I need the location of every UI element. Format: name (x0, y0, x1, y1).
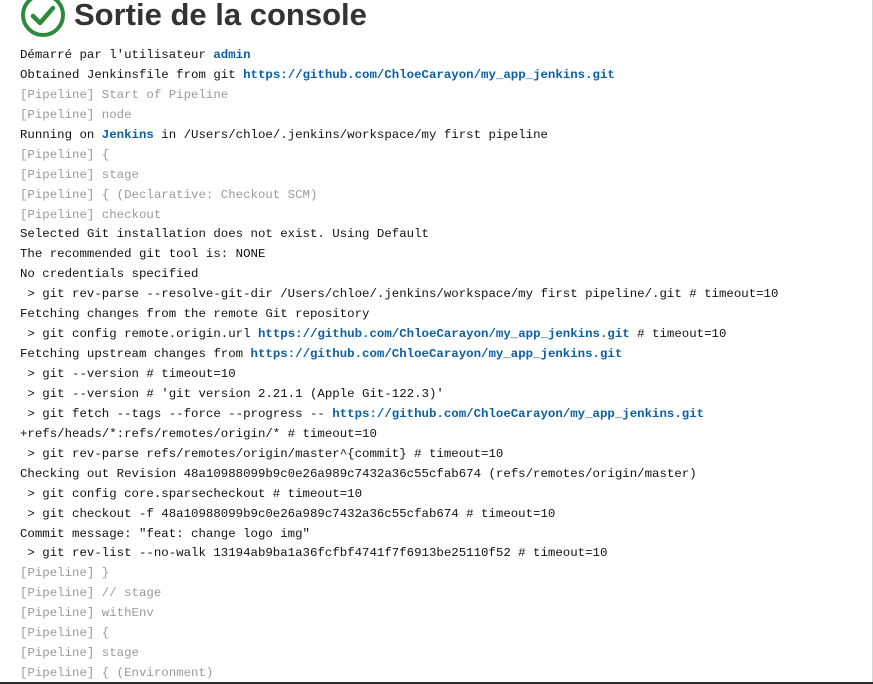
console-log-line: No credentials specified (20, 265, 868, 285)
console-log-line: Running on Jenkins in /Users/chloe/.jenk… (20, 126, 868, 146)
console-text: > git fetch --tags --force --progress -- (20, 406, 333, 421)
console-text: Commit message: "feat: change logo img" (20, 526, 310, 541)
console-text: Démarré par l'utilisateur (20, 48, 214, 62)
console-log-line: > git config core.sparsecheckout # timeo… (20, 485, 868, 505)
console-log-line: +refs/heads/*:refs/remotes/origin/* # ti… (20, 425, 868, 445)
console-log-line: > git rev-parse refs/remotes/origin/mast… (20, 445, 868, 465)
console-text: > git config remote.origin.url (20, 327, 258, 342)
pipeline-log-line: [Pipeline] stage (20, 166, 868, 186)
console-text: Obtained Jenkinsfile from git (20, 67, 244, 82)
check-circle-icon (20, 0, 66, 38)
console-log-line: > git checkout -f 48a10988099b9c0e26a989… (20, 505, 868, 525)
pipeline-log-line: [Pipeline] } (20, 564, 868, 584)
console-text: > git --version # 'git version 2.21.1 (A… (20, 386, 444, 401)
console-text: [Pipeline] { (20, 147, 110, 162)
console-text: > git rev-parse --resolve-git-dir /Users… (20, 287, 779, 302)
console-text: +refs/heads/*:refs/remotes/origin/* # ti… (20, 426, 377, 441)
console-text: [Pipeline] checkout (20, 207, 162, 222)
console-text: > git config core.sparsecheckout # timeo… (20, 486, 363, 501)
console-log-line: Obtained Jenkinsfile from git https://gi… (20, 66, 868, 86)
console-text: Fetching upstream changes from (20, 347, 251, 362)
console-link[interactable]: https://github.com/ChloeCarayon/my_app_j… (258, 327, 630, 341)
console-log-line: > git --version # 'git version 2.21.1 (A… (20, 385, 868, 405)
console-log-line: > git config remote.origin.url https://g… (20, 325, 868, 345)
console-text: > git --version # timeout=10 (20, 367, 236, 381)
console-text: Fetching changes from the remote Git rep… (20, 307, 370, 322)
console-log-line: The recommended git tool is: NONE (20, 245, 868, 265)
console-header: Sortie de la console (20, 0, 367, 38)
console-log-line: Commit message: "feat: change logo img" (20, 525, 868, 545)
console-text: [Pipeline] // stage (20, 586, 162, 601)
pipeline-log-line: [Pipeline] checkout (20, 206, 868, 226)
console-text: [Pipeline] { (Declarative: Checkout SCM) (20, 187, 318, 202)
console-text: > git checkout -f 48a10988099b9c0e26a989… (20, 506, 556, 521)
console-link[interactable]: admin (213, 48, 250, 62)
console-log-line: Fetching changes from the remote Git rep… (20, 305, 868, 325)
console-log-line: > git fetch --tags --force --progress --… (20, 405, 868, 425)
page-title: Sortie de la console (74, 0, 367, 32)
console-link[interactable]: https://github.com/ChloeCarayon/my_app_j… (243, 68, 615, 82)
console-text: [Pipeline] stage (20, 646, 139, 661)
console-log-line: > git rev-list --no-walk 13194ab9ba1a36f… (20, 544, 868, 564)
pipeline-log-line: [Pipeline] { (20, 624, 868, 644)
console-log-line: > git rev-parse --resolve-git-dir /Users… (20, 285, 868, 305)
pipeline-log-line: [Pipeline] { (Environment) (20, 664, 868, 684)
console-text: Selected Git installation does not exist… (20, 227, 429, 242)
pipeline-log-line: [Pipeline] Start of Pipeline (20, 86, 868, 106)
console-log-line: Checking out Revision 48a10988099b9c0e26… (20, 465, 868, 485)
pipeline-log-line: [Pipeline] // stage (20, 584, 868, 604)
pipeline-log-line: [Pipeline] node (20, 106, 868, 126)
pipeline-log-line: [Pipeline] stage (20, 644, 868, 664)
console-log-line: > git --version # timeout=10 (20, 365, 868, 385)
pipeline-log-line: [Pipeline] withEnv (20, 604, 868, 624)
console-link[interactable]: Jenkins (102, 128, 154, 142)
console-text: # timeout=10 (629, 327, 727, 342)
pipeline-log-line: [Pipeline] { (20, 146, 868, 166)
console-text: [Pipeline] node (20, 107, 132, 122)
console-link[interactable]: https://github.com/ChloeCarayon/my_app_j… (332, 407, 704, 421)
console-text: The recommended git tool is: NONE (20, 247, 266, 262)
console-text: [Pipeline] } (20, 566, 110, 581)
console-text: [Pipeline] { (Environment) (20, 666, 214, 681)
console-text: > git rev-list --no-walk 13194ab9ba1a36f… (20, 546, 608, 561)
console-text: No credentials specified (20, 267, 199, 282)
console-link[interactable]: https://github.com/ChloeCarayon/my_app_j… (251, 347, 623, 361)
console-text: [Pipeline] { (20, 626, 110, 641)
console-output: Démarré par l'utilisateur admin Obtained … (20, 46, 868, 684)
console-text: Running on (20, 127, 102, 142)
console-text: in /Users/chloe/.jenkins/workspace/my fi… (153, 127, 548, 142)
console-text: [Pipeline] stage (20, 167, 139, 182)
console-text: [Pipeline] withEnv (20, 606, 154, 621)
console-log-line: Démarré par l'utilisateur admin (20, 46, 868, 66)
console-text: [Pipeline] Start of Pipeline (20, 87, 229, 102)
console-log-line: Selected Git installation does not exist… (20, 225, 868, 245)
pipeline-log-line: [Pipeline] { (Declarative: Checkout SCM) (20, 186, 868, 206)
console-text: > git rev-parse refs/remotes/origin/mast… (20, 446, 504, 461)
console-text: Checking out Revision 48a10988099b9c0e26… (20, 466, 697, 481)
console-log-line: Fetching upstream changes from https://g… (20, 345, 868, 365)
